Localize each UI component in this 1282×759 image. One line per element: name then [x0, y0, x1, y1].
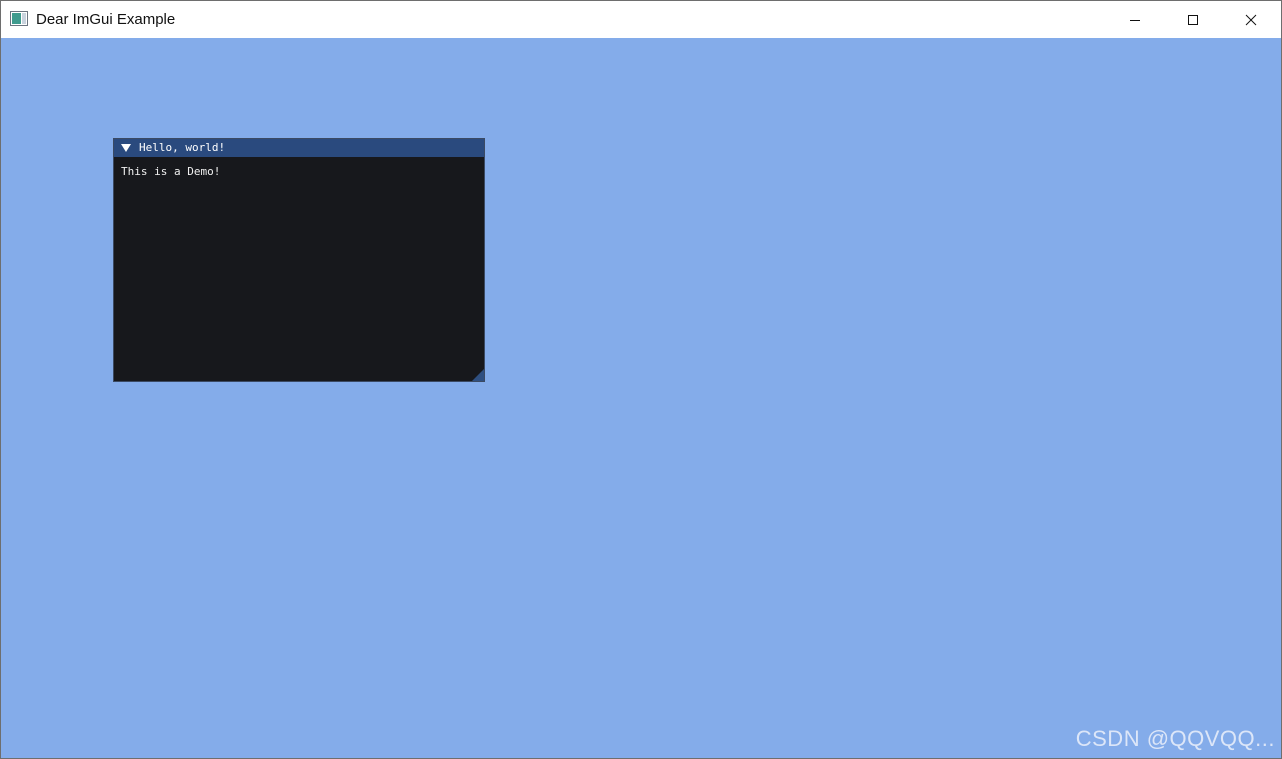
close-button[interactable] [1222, 1, 1280, 38]
render-canvas[interactable]: Hello, world! This is a Demo! CSDN @QQVQ… [1, 38, 1281, 758]
watermark: CSDN @QQVQQ... [1075, 726, 1275, 751]
window-titlebar[interactable]: Dear ImGui Example [1, 1, 1281, 38]
minimize-button[interactable] [1106, 1, 1164, 38]
collapse-arrow-icon[interactable] [120, 142, 132, 154]
window-title: Dear ImGui Example [36, 11, 176, 28]
close-icon [1245, 14, 1257, 25]
maximize-icon [1188, 14, 1198, 25]
imgui-window-title: Hello, world! [139, 141, 226, 154]
imgui-window-text: This is a Demo! [121, 165, 221, 178]
imgui-window[interactable]: Hello, world! This is a Demo! [113, 138, 485, 382]
imgui-window-titlebar[interactable]: Hello, world! [114, 139, 484, 157]
app-icon [10, 11, 28, 26]
maximize-button[interactable] [1164, 1, 1222, 38]
minimize-icon [1130, 19, 1140, 21]
resize-grip-icon[interactable] [472, 369, 484, 381]
app-window: Dear ImGui Example Hello, world! This is… [0, 0, 1282, 759]
